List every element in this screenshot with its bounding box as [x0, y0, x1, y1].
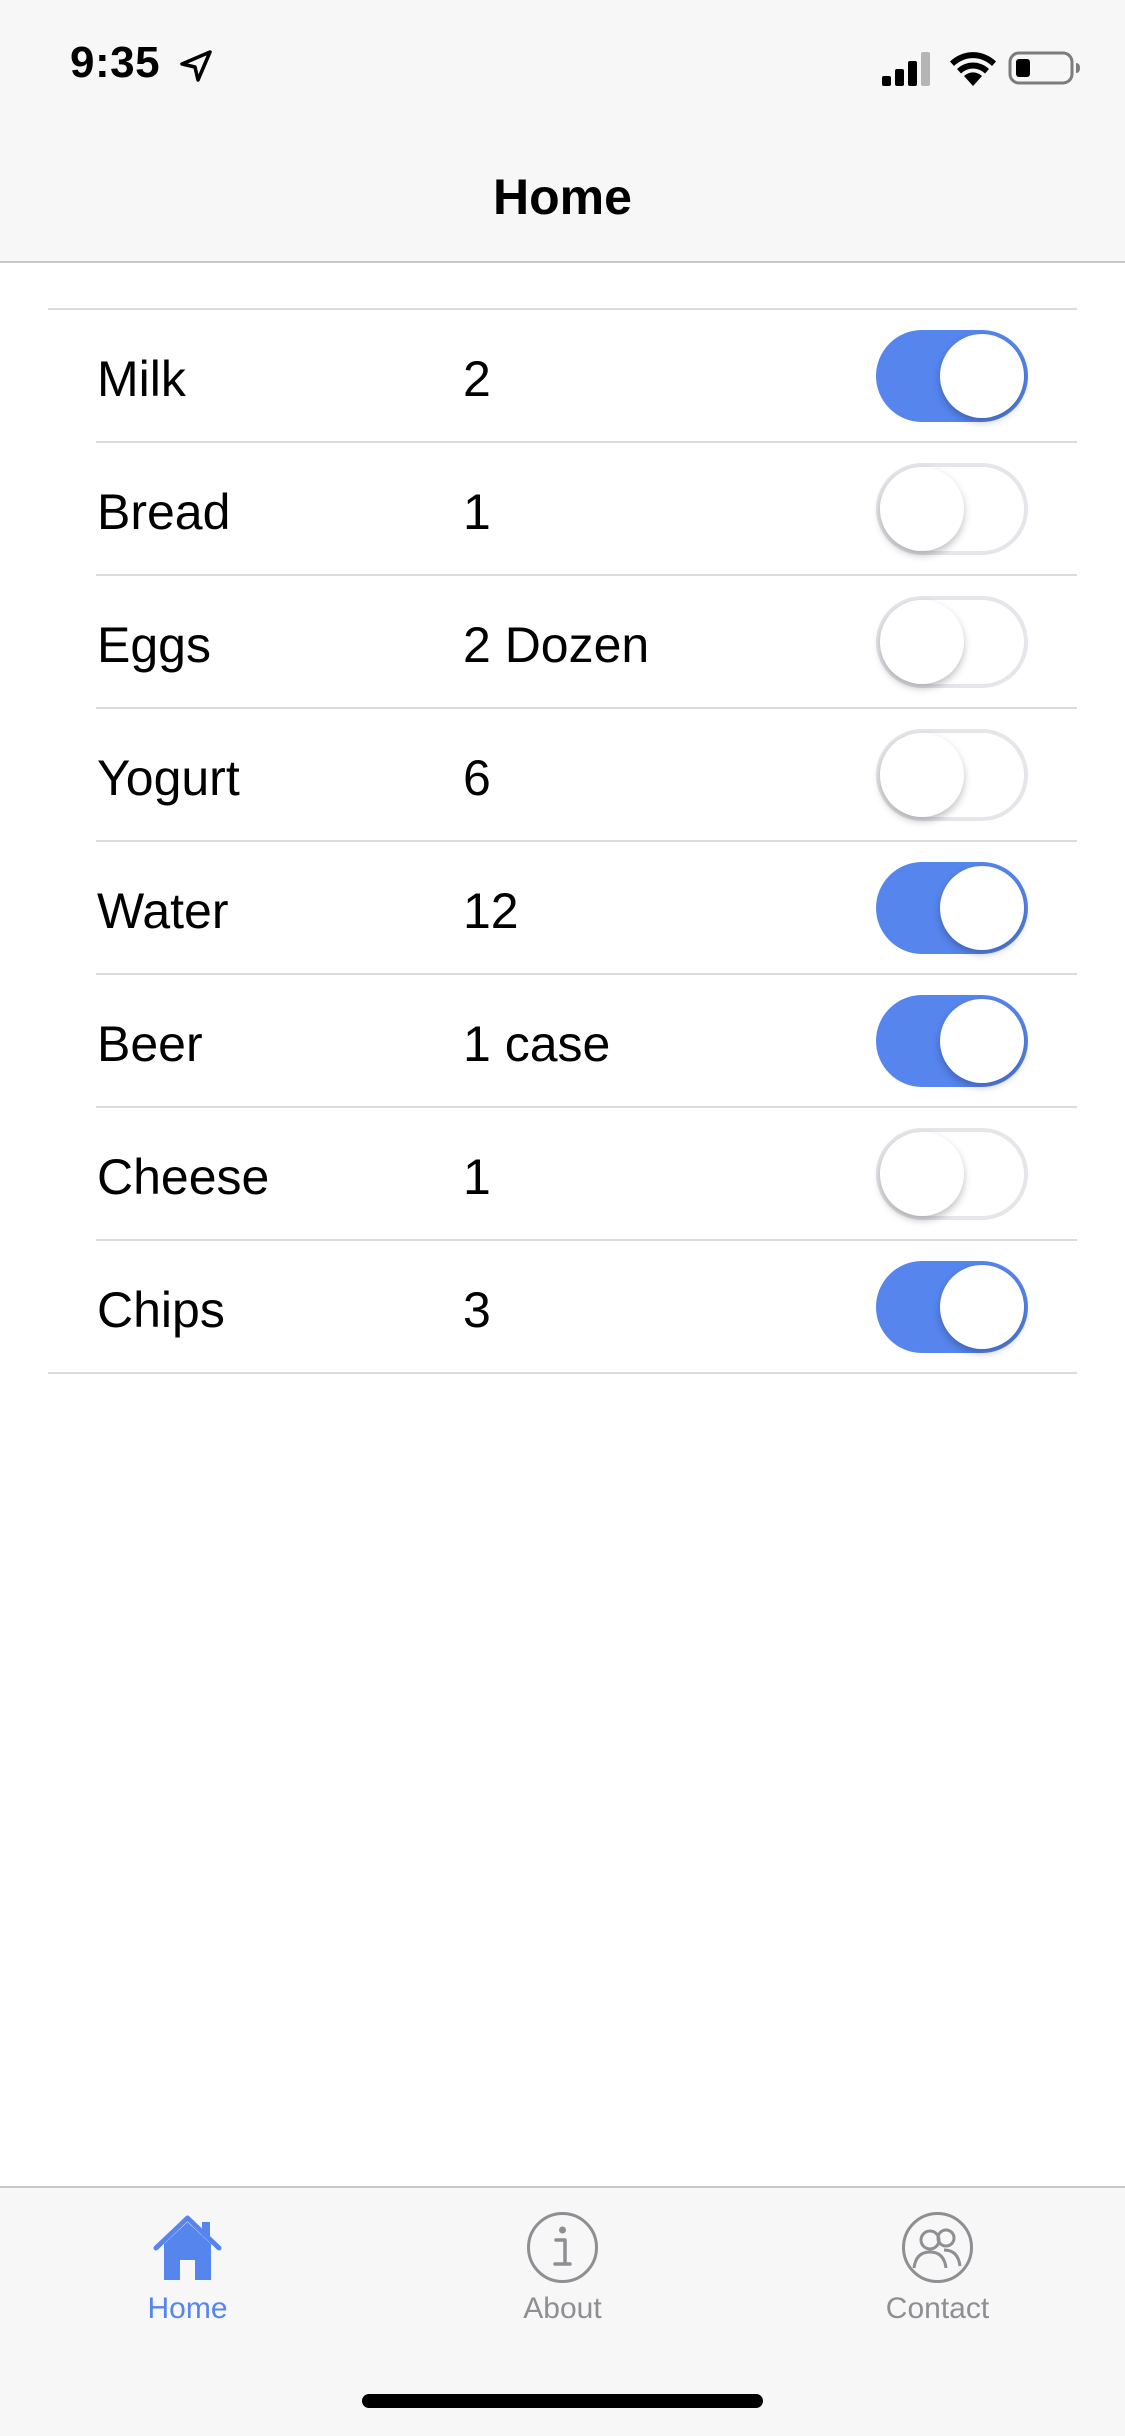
- tab-label: About: [523, 2292, 602, 2325]
- item-name: Eggs: [97, 617, 211, 673]
- item-quantity: 1: [463, 1149, 491, 1205]
- list-item: Milk 2: [0, 310, 1125, 443]
- item-toggle[interactable]: [876, 596, 1028, 688]
- item-toggle[interactable]: [876, 995, 1028, 1087]
- toggle-knob: [880, 467, 964, 551]
- tab-label: Contact: [885, 2292, 990, 2325]
- list-item: Yogurt 6: [0, 709, 1125, 842]
- item-quantity: 1: [463, 484, 491, 540]
- app-screen: 9:35 Home Milk 2 Bread 1 Eggs 2 Dozen Yo…: [0, 0, 1125, 2436]
- info-circle-icon: [527, 2212, 598, 2283]
- item-name: Beer: [97, 1016, 203, 1072]
- tab-about[interactable]: About: [375, 2188, 750, 2338]
- list-item: Water 12: [0, 842, 1125, 975]
- item-quantity: 12: [463, 883, 519, 939]
- item-toggle[interactable]: [876, 463, 1028, 555]
- list-item: Eggs 2 Dozen: [0, 576, 1125, 709]
- toggle-knob: [880, 600, 964, 684]
- navigation-bar: Home: [0, 132, 1125, 263]
- item-name: Cheese: [97, 1149, 270, 1205]
- tab-label: Home: [147, 2292, 228, 2325]
- status-time: 9:35: [70, 38, 161, 87]
- toggle-knob: [940, 1265, 1024, 1349]
- item-name: Milk: [97, 351, 186, 407]
- wifi-icon: [950, 52, 996, 86]
- item-toggle[interactable]: [876, 330, 1028, 422]
- toggle-knob: [940, 866, 1024, 950]
- page-title: Home: [493, 169, 632, 225]
- item-quantity: 2: [463, 351, 491, 407]
- list-bottom-divider: [48, 1372, 1077, 1374]
- cellular-signal-icon: [882, 52, 930, 86]
- item-quantity: 3: [463, 1282, 491, 1338]
- list-item: Bread 1: [0, 443, 1125, 576]
- item-name: Chips: [97, 1282, 225, 1338]
- item-name: Bread: [97, 484, 231, 540]
- item-toggle[interactable]: [876, 1261, 1028, 1353]
- battery-icon: [1008, 51, 1080, 85]
- list-item: Beer 1 case: [0, 975, 1125, 1108]
- item-toggle[interactable]: [876, 729, 1028, 821]
- list-item: Chips 3: [0, 1241, 1125, 1374]
- toggle-knob: [880, 1132, 964, 1216]
- status-bar: 9:35: [0, 0, 1125, 132]
- item-toggle[interactable]: [876, 862, 1028, 954]
- item-toggle[interactable]: [876, 1128, 1028, 1220]
- tab-contact[interactable]: Contact: [750, 2188, 1125, 2338]
- item-quantity: 2 Dozen: [463, 617, 650, 673]
- list-item: Cheese 1: [0, 1108, 1125, 1241]
- house-icon: [153, 2215, 222, 2280]
- item-name: Yogurt: [97, 750, 240, 806]
- home-indicator[interactable]: [362, 2394, 763, 2408]
- location-arrow-icon: [180, 50, 212, 82]
- toggle-knob: [940, 334, 1024, 418]
- item-quantity: 1 case: [463, 1016, 611, 1072]
- toggle-knob: [880, 733, 964, 817]
- item-name: Water: [97, 883, 229, 939]
- item-quantity: 6: [463, 750, 491, 806]
- tab-home[interactable]: Home: [0, 2188, 375, 2338]
- toggle-knob: [940, 999, 1024, 1083]
- contacts-icon: [902, 2212, 973, 2283]
